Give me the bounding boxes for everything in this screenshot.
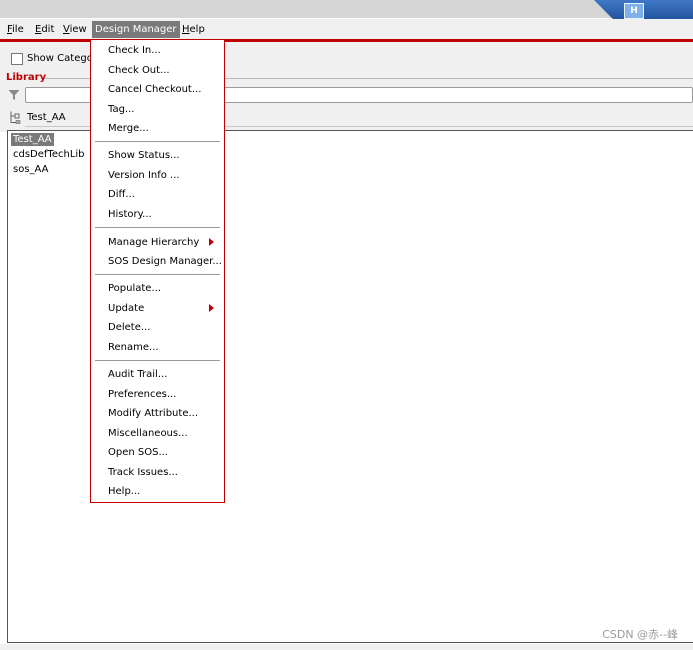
menu-item-check-in[interactable]: Check In... bbox=[108, 44, 161, 57]
menu-separator bbox=[95, 141, 220, 142]
library-item-sos-aa[interactable]: sos_AA bbox=[11, 163, 51, 176]
menu-file[interactable]: File bbox=[6, 23, 25, 36]
menu-item-audit-trail[interactable]: Audit Trail... bbox=[108, 368, 167, 381]
design-manager-menu: Check In... Check Out... Cancel Checkout… bbox=[90, 39, 225, 503]
menu-item-show-status[interactable]: Show Status... bbox=[108, 149, 180, 162]
title-bar bbox=[0, 0, 693, 18]
menu-item-history[interactable]: History... bbox=[108, 208, 152, 221]
submenu-arrow-icon bbox=[209, 304, 214, 312]
menu-item-miscellaneous[interactable]: Miscellaneous... bbox=[108, 427, 188, 440]
watermark: CSDN @赤--峰 bbox=[602, 628, 678, 641]
menu-item-rename[interactable]: Rename... bbox=[108, 341, 159, 354]
menu-item-manage-hierarchy[interactable]: Manage Hierarchy bbox=[108, 236, 199, 249]
menu-item-preferences[interactable]: Preferences... bbox=[108, 388, 176, 401]
menu-bar: File Edit View Design Manager Help bbox=[0, 19, 693, 39]
menu-item-version-info[interactable]: Version Info ... bbox=[108, 169, 180, 182]
library-item-test-aa[interactable]: Test_AA bbox=[11, 133, 54, 146]
menu-item-open-sos[interactable]: Open SOS... bbox=[108, 446, 168, 459]
menu-edit[interactable]: Edit bbox=[34, 23, 55, 36]
library-item-cdsdeftechlib[interactable]: cdsDefTechLib bbox=[11, 148, 87, 161]
current-library-path: Test_AA bbox=[27, 112, 66, 123]
menu-view[interactable]: View bbox=[62, 23, 88, 36]
menu-design-manager[interactable]: Design Manager bbox=[92, 21, 180, 38]
menu-item-merge[interactable]: Merge... bbox=[108, 122, 149, 135]
menu-separator bbox=[95, 360, 220, 361]
status-strip bbox=[0, 644, 693, 650]
app-logo-icon: H bbox=[624, 3, 644, 19]
hierarchy-icon[interactable] bbox=[9, 111, 21, 124]
filter-icon[interactable] bbox=[8, 89, 20, 101]
menu-item-populate[interactable]: Populate... bbox=[108, 282, 161, 295]
menu-separator bbox=[95, 227, 220, 228]
library-section-label: Library bbox=[6, 72, 47, 83]
menu-item-track-issues[interactable]: Track Issues... bbox=[108, 466, 178, 479]
menu-item-sos-design-manager[interactable]: SOS Design Manager... bbox=[108, 255, 222, 268]
submenu-arrow-icon bbox=[209, 238, 214, 246]
menu-separator bbox=[95, 274, 220, 275]
menu-item-check-out[interactable]: Check Out... bbox=[108, 64, 170, 77]
menu-item-modify-attribute[interactable]: Modify Attribute... bbox=[108, 407, 198, 420]
menu-item-cancel-checkout[interactable]: Cancel Checkout... bbox=[108, 83, 201, 96]
menu-item-tag[interactable]: Tag... bbox=[108, 103, 134, 116]
show-categories-label: Show Categor bbox=[27, 53, 97, 64]
menu-help[interactable]: Help bbox=[181, 23, 206, 36]
show-categories-checkbox[interactable] bbox=[11, 53, 23, 65]
menu-item-update[interactable]: Update bbox=[108, 302, 144, 315]
menu-item-diff[interactable]: Diff... bbox=[108, 188, 135, 201]
menu-item-delete[interactable]: Delete... bbox=[108, 321, 150, 334]
menu-item-help[interactable]: Help... bbox=[108, 485, 140, 498]
